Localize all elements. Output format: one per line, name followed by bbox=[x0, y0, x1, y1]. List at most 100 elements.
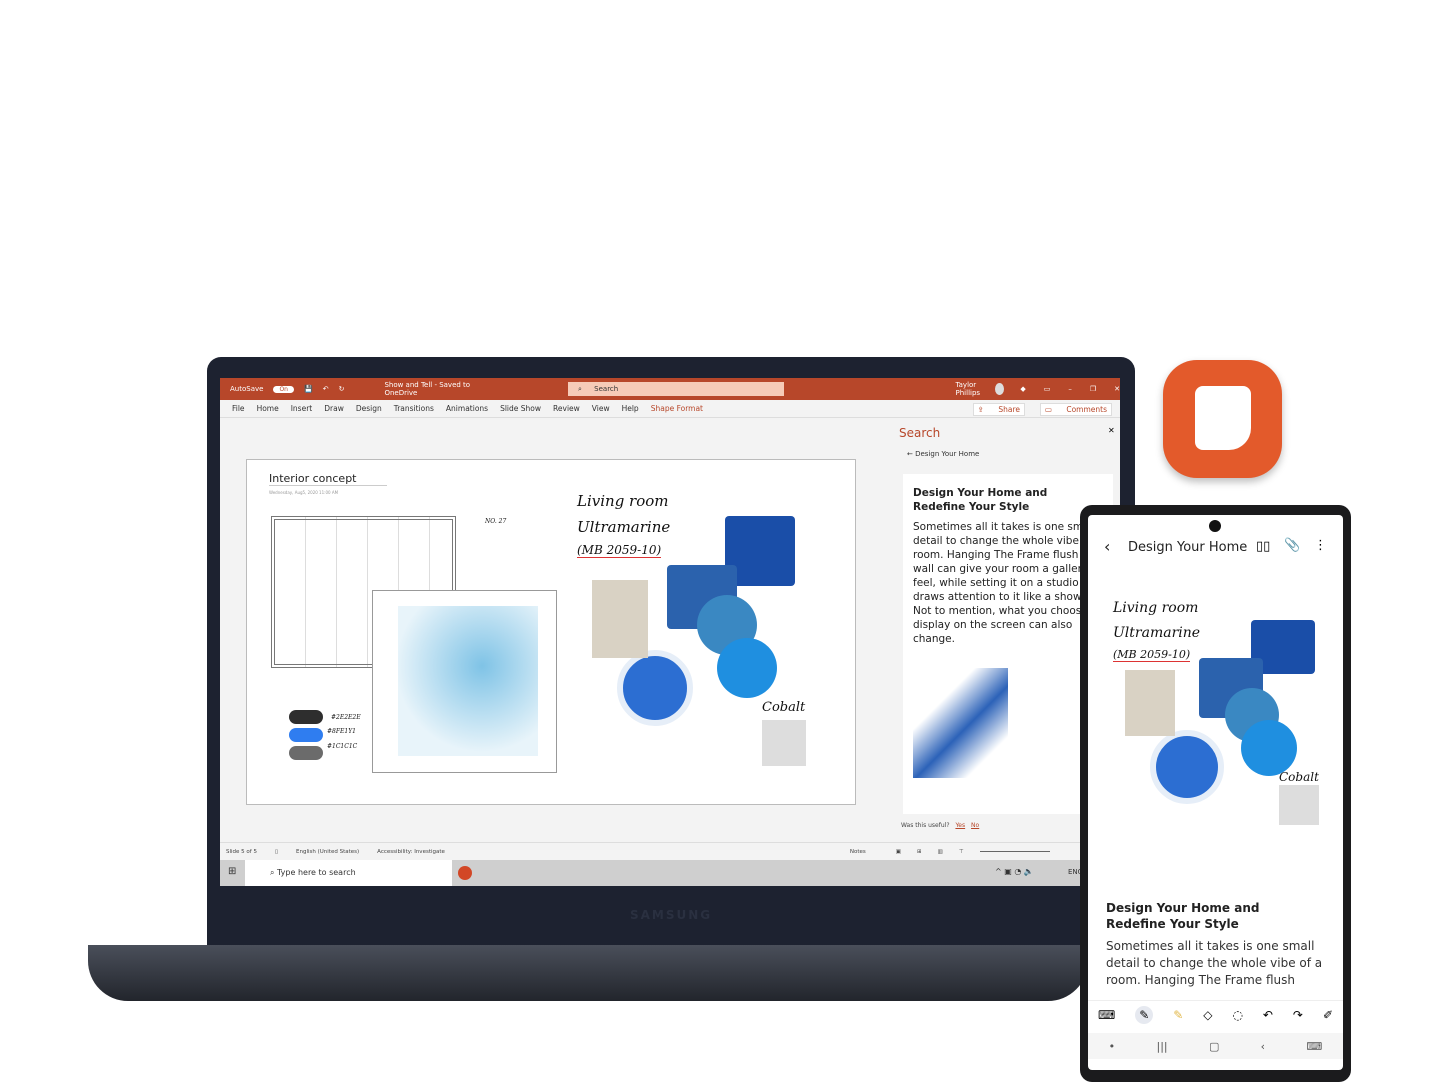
taskbar: ⊞ ⌕ Type here to search ^ ▣ ◔ 🔈 ENG bbox=[220, 860, 1120, 886]
tab-design[interactable]: Design bbox=[356, 404, 382, 413]
slide-sorter-icon[interactable]: ⊞ bbox=[917, 849, 922, 855]
pen-icon[interactable]: ✎ bbox=[1135, 1005, 1154, 1024]
pane-title: Search bbox=[899, 426, 941, 440]
comments-button[interactable]: ▭ Comments bbox=[1039, 403, 1112, 416]
doc-title[interactable]: Show and Tell - Saved to OneDrive bbox=[384, 381, 475, 397]
phone-text: Design Your Home and Redefine Your Style… bbox=[1106, 900, 1331, 989]
dot-icon: • bbox=[1108, 1039, 1116, 1053]
tab-transitions[interactable]: Transitions bbox=[394, 404, 434, 413]
highlighter-icon[interactable]: ✎ bbox=[1173, 1008, 1183, 1022]
recents-button[interactable]: ||| bbox=[1156, 1040, 1167, 1053]
eraser-icon[interactable]: ◇ bbox=[1203, 1008, 1212, 1022]
status-bar: Slide 5 of 5 ▯ English (United States) A… bbox=[220, 842, 1120, 860]
share-button[interactable]: ⇪ Share bbox=[972, 403, 1025, 416]
diamond-icon[interactable]: ◆ bbox=[1020, 385, 1025, 393]
share-label: Share bbox=[998, 405, 1020, 414]
search-placeholder: Search bbox=[594, 385, 619, 393]
ribbon-display-icon[interactable]: ▭ bbox=[1044, 385, 1051, 393]
spellcheck-icon[interactable]: ▯ bbox=[275, 849, 278, 855]
pane-close-icon[interactable]: ✕ bbox=[1108, 426, 1115, 435]
phone-heading: Design Your Home and Redefine Your Style bbox=[1106, 901, 1260, 931]
avatar[interactable] bbox=[995, 383, 1005, 395]
phone-hand-living-room: Living room bbox=[1113, 600, 1199, 616]
slide-count: Slide 5 of 5 bbox=[226, 848, 257, 855]
no-label: NO. 27 bbox=[485, 518, 507, 525]
accessibility-status[interactable]: Accessibility: Investigate bbox=[377, 849, 445, 855]
tab-home[interactable]: Home bbox=[257, 404, 279, 413]
phone-body: Sometimes all it takes is one small deta… bbox=[1106, 939, 1323, 987]
slide-date: Wednesday, Aug5, 2020 11:00 AM bbox=[269, 490, 339, 495]
taskbar-search[interactable]: ⌕ Type here to search bbox=[245, 860, 452, 886]
more-options-icon[interactable]: ⋮ bbox=[1314, 538, 1327, 553]
redo-icon[interactable]: ↷ bbox=[1293, 1008, 1303, 1022]
undo-icon[interactable]: ↶ bbox=[323, 385, 329, 393]
slide[interactable]: Interior concept Wednesday, Aug5, 2020 1… bbox=[246, 459, 856, 805]
back-label: Design Your Home bbox=[915, 450, 980, 458]
nav-back-button[interactable]: ‹ bbox=[1261, 1040, 1265, 1053]
comments-label: Comments bbox=[1066, 405, 1107, 414]
windows-start-icon[interactable]: ⊞ bbox=[228, 866, 236, 877]
laptop-base bbox=[88, 945, 1088, 1001]
powerpoint-icon[interactable] bbox=[458, 866, 472, 880]
laptop-screen: AutoSave On 💾 ↶ ↻ Show and Tell - Saved … bbox=[220, 378, 1120, 886]
autosave-label: AutoSave bbox=[230, 385, 264, 393]
moodboard: Living room Ultramarine (MB 2059-10) Cob… bbox=[567, 480, 827, 796]
normal-view-icon[interactable]: ▣ bbox=[896, 849, 901, 855]
undo-icon[interactable]: ↶ bbox=[1263, 1008, 1273, 1022]
hand-ultramarine: Ultramarine bbox=[577, 518, 671, 536]
autosave-toggle[interactable]: On bbox=[273, 385, 294, 393]
tab-draw[interactable]: Draw bbox=[324, 404, 344, 413]
keyboard-icon[interactable]: ⌨ bbox=[1098, 1008, 1115, 1022]
save-icon[interactable]: 💾 bbox=[304, 385, 313, 393]
feedback-yes[interactable]: Yes bbox=[955, 822, 965, 829]
title-bar: AutoSave On 💾 ↶ ↻ Show and Tell - Saved … bbox=[220, 378, 1120, 400]
slide-title: Interior concept bbox=[269, 472, 387, 486]
tab-shape-format[interactable]: Shape Format bbox=[651, 404, 703, 413]
keyboard-toggle-icon[interactable]: ⌨ bbox=[1306, 1040, 1322, 1053]
home-button[interactable]: ▢ bbox=[1209, 1040, 1219, 1053]
feedback-label: Was this useful? bbox=[901, 822, 950, 829]
zoom-slider[interactable] bbox=[979, 851, 1050, 852]
back-link[interactable]: ← Design Your Home bbox=[907, 450, 979, 458]
tab-view[interactable]: View bbox=[592, 404, 610, 413]
slideshow-icon[interactable]: ⊤ bbox=[959, 849, 964, 855]
search-input[interactable]: ⌕ Search bbox=[568, 382, 784, 396]
phone-hand-cobalt: Cobalt bbox=[1279, 770, 1319, 784]
attach-icon[interactable]: 📎 bbox=[1284, 538, 1300, 553]
tab-file[interactable]: File bbox=[232, 404, 245, 413]
notes-button[interactable]: Notes bbox=[850, 849, 866, 855]
hand-code: (MB 2059-10) bbox=[577, 543, 662, 558]
tab-slide-show[interactable]: Slide Show bbox=[500, 404, 541, 413]
minimize-icon[interactable]: – bbox=[1068, 385, 1072, 393]
redo-icon[interactable]: ↻ bbox=[339, 385, 345, 393]
color-code-2: #8FE1Y1 bbox=[327, 728, 356, 735]
camera bbox=[1209, 520, 1221, 532]
book-view-icon[interactable]: ▯▯ bbox=[1256, 539, 1270, 554]
lasso-icon[interactable]: ◌ bbox=[1232, 1008, 1242, 1022]
tab-review[interactable]: Review bbox=[553, 404, 580, 413]
pen-settings-icon[interactable]: ✐ bbox=[1323, 1008, 1333, 1022]
reading-view-icon[interactable]: ▥ bbox=[938, 849, 943, 855]
feedback-no[interactable]: No bbox=[971, 822, 979, 829]
user-name[interactable]: Taylor Phillips bbox=[956, 381, 992, 397]
back-button[interactable]: ‹ bbox=[1104, 537, 1110, 556]
ribbon-tabs: File Home Insert Draw Design Transitions… bbox=[220, 400, 1120, 418]
tab-animations[interactable]: Animations bbox=[446, 404, 488, 413]
pen-toolbar: ⌨ ✎ ✎ ◇ ◌ ↶ ↷ ✐ bbox=[1088, 1000, 1343, 1028]
color-swatch-2 bbox=[289, 728, 323, 742]
close-icon[interactable]: ✕ bbox=[1114, 385, 1120, 393]
laptop-brand: SAMSUNG bbox=[630, 908, 713, 922]
hand-living-room: Living room bbox=[577, 492, 669, 510]
taskbar-search-placeholder: Type here to search bbox=[277, 868, 356, 877]
maximize-icon[interactable]: ❐ bbox=[1090, 385, 1096, 393]
phone-hand-ultramarine: Ultramarine bbox=[1113, 625, 1201, 641]
color-swatch-1 bbox=[289, 710, 323, 724]
language[interactable]: English (United States) bbox=[296, 849, 359, 855]
phone-hand-code: (MB 2059-10) bbox=[1113, 648, 1191, 662]
system-tray[interactable]: ^ ▣ ◔ 🔈 bbox=[995, 867, 1034, 876]
tab-help[interactable]: Help bbox=[622, 404, 639, 413]
result-heading: Design Your Home and Redefine Your Style bbox=[913, 487, 1048, 513]
result-thumbnail bbox=[913, 668, 1008, 778]
laptop: AutoSave On 💾 ↶ ↻ Show and Tell - Saved … bbox=[207, 357, 1135, 949]
tab-insert[interactable]: Insert bbox=[291, 404, 313, 413]
